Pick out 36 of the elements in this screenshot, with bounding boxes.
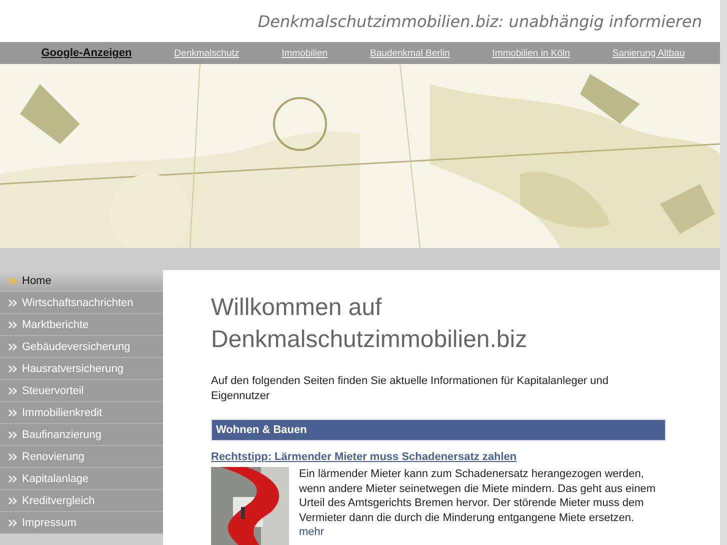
article-text: Ein lärmender Mieter kann zum Schadenersatz herangezogen werden, wenn andere Mieter seinetwegen die Miete mindern. Das geht aus einem Urteil des Amtsgerichts Bremen hervor. Der störende Mieter muss dem Vermieter dann die durch die Minderung entgangene Miete ersetzen.: [299, 467, 656, 526]
nav-link[interactable]: Immobilien: [282, 48, 328, 58]
chevron-icon: [8, 342, 18, 350]
chevron-icon: [8, 298, 18, 306]
ads-label: Google-Anzeigen: [41, 47, 132, 59]
section-header: Wohnen & Bauen: [211, 419, 666, 441]
nav-link[interactable]: Baudenkmal Berlin: [370, 48, 450, 58]
menu-item[interactable]: Wirtschaftsnachrichten: [0, 292, 163, 314]
menu-item[interactable]: Kapitalanlage: [0, 468, 163, 490]
chevron-icon: [8, 430, 18, 438]
chevron-icon: [8, 276, 18, 284]
menu-item[interactable]: Impressum: [0, 512, 163, 534]
menu-item[interactable]: Steuervorteil: [0, 380, 163, 402]
chevron-icon: [8, 386, 18, 394]
more-link[interactable]: mehr: [299, 525, 666, 540]
chevron-icon: [8, 518, 18, 526]
menu-item[interactable]: Gebäudeversicherung: [0, 336, 163, 358]
menu-item[interactable]: Hausratversicherung: [0, 358, 163, 380]
nav-link[interactable]: Sanierung Altbau: [612, 48, 685, 58]
nav-link[interactable]: Immobilien in Köln: [492, 48, 570, 58]
menu-item[interactable]: Marktberichte: [0, 314, 163, 336]
chevron-icon: [8, 408, 18, 416]
article-link[interactable]: Rechtstipp: Lärmender Mieter muss Schadenersatz zahlen: [211, 451, 666, 463]
page-heading: Willkommen auf Denkmalschutzimmobilien.biz: [211, 293, 528, 355]
chevron-icon: [8, 364, 18, 372]
menu-item[interactable]: Baufinanzierung: [0, 424, 163, 446]
site-title: Denkmalschutzimmobilien.biz: unabhängig informieren: [258, 12, 702, 30]
menu-item[interactable]: Immobilienkredit: [0, 402, 163, 424]
menu-item[interactable]: Kreditvergleich: [0, 490, 163, 512]
intro-text: Auf den folgenden Seiten finden Sie aktuelle Informationen für Kapitalanleger und Eigennutzer: [211, 374, 610, 404]
chevron-icon: [8, 452, 18, 460]
chevron-icon: [8, 320, 18, 328]
chevron-icon: [8, 474, 18, 482]
nav-link[interactable]: Denkmalschutz: [174, 48, 240, 58]
menu-item[interactable]: Renovierung: [0, 446, 163, 468]
chevron-icon: [8, 496, 18, 504]
